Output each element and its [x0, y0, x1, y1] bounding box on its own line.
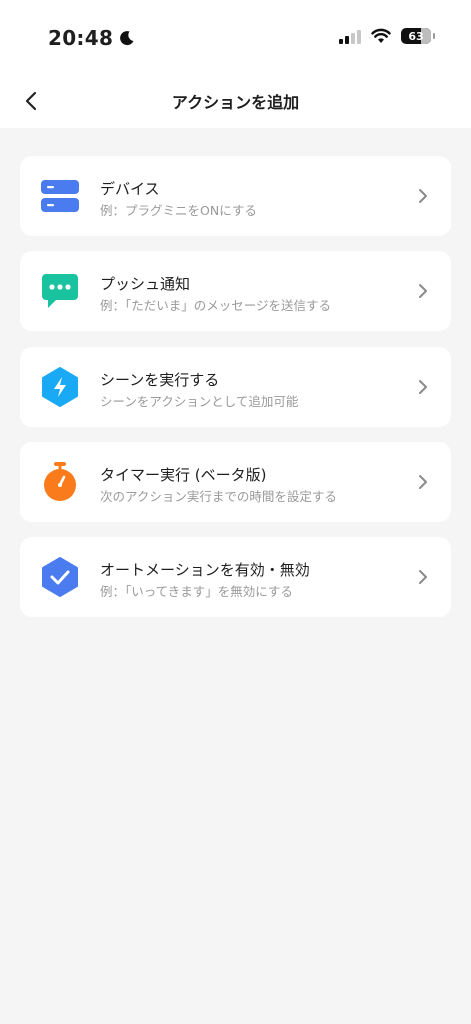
moon-icon — [120, 31, 134, 46]
item-subtitle: 例：「ただいま」のメッセージを送信する — [100, 298, 332, 313]
top-bar: 20:48 63 アクションを追加 — [0, 0, 471, 128]
lightning-icon — [40, 367, 80, 407]
action-item-device[interactable]: デバイス 例：プラグミニをONにする — [20, 156, 451, 236]
wifi-icon — [371, 28, 391, 43]
page-title: アクションを追加 — [171, 93, 300, 112]
time-text: 20:48 — [48, 26, 114, 50]
action-item-automation-toggle[interactable]: オートメーションを有効・無効 例：「いってきます」を無効にする — [20, 537, 451, 617]
item-subtitle: シーンをアクションとして追加可能 — [100, 394, 299, 409]
chevron-right-icon — [413, 472, 433, 492]
stopwatch-icon — [40, 462, 80, 502]
check-icon — [40, 557, 80, 597]
cellular-signal-icon — [339, 28, 361, 44]
item-title: プッシュ通知 — [100, 275, 191, 293]
device-icon — [40, 176, 80, 216]
item-title: デバイス — [100, 180, 160, 198]
chevron-right-icon — [413, 567, 433, 587]
item-subtitle: 例：プラグミニをONにする — [100, 203, 257, 218]
action-item-push-notification[interactable]: プッシュ通知 例：「ただいま」のメッセージを送信する — [20, 251, 451, 331]
status-time: 20:48 — [48, 26, 135, 50]
action-item-run-scene[interactable]: シーンを実行する シーンをアクションとして追加可能 — [20, 347, 451, 427]
status-icons: 63 — [339, 28, 435, 44]
item-subtitle: 例：「いってきます」を無効にする — [100, 584, 293, 599]
chevron-right-icon — [413, 186, 433, 206]
item-title: タイマー実行 (ベータ版) — [100, 466, 267, 484]
battery-icon: 63 — [401, 28, 435, 44]
item-subtitle: 次のアクション実行までの時間を設定する — [100, 489, 337, 504]
item-title: オートメーションを有効・無効 — [100, 561, 310, 579]
chevron-right-icon — [413, 377, 433, 397]
action-item-timer[interactable]: タイマー実行 (ベータ版) 次のアクション実行までの時間を設定する — [20, 442, 451, 522]
battery-level: 63 — [408, 29, 424, 43]
message-icon — [40, 271, 80, 311]
chevron-right-icon — [413, 281, 433, 301]
item-title: シーンを実行する — [100, 371, 220, 389]
